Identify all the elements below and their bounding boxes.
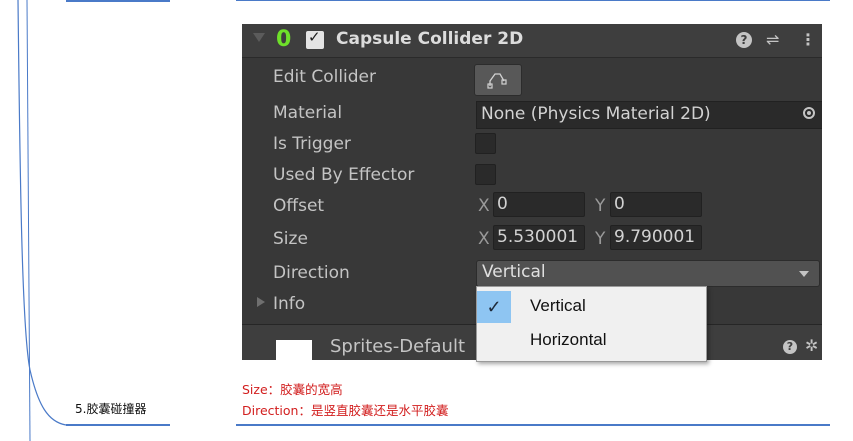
popup-option-horizontal[interactable]: Horizontal xyxy=(477,323,706,357)
material-value: None (Physics Material 2D) xyxy=(481,104,711,124)
note-direction: Direction：是竖直胶囊还是水平胶囊 xyxy=(242,403,449,418)
size-y-field[interactable]: 9.790001 xyxy=(610,225,702,250)
selected-check-icon: ✓ xyxy=(477,291,511,323)
direction-popup-menu: ✓ Vertical Horizontal xyxy=(476,286,707,362)
object-picker-icon[interactable] xyxy=(803,107,815,119)
component-header[interactable]: 0 ✓ Capsule Collider 2D ? ⇌ ⋮ xyxy=(242,24,822,58)
edit-collider-label: Edit Collider xyxy=(273,67,377,87)
table-border-bottom-right xyxy=(236,424,830,426)
offset-x-axis-label: X xyxy=(478,196,490,216)
size-label: Size xyxy=(273,229,308,249)
offset-y-value: 0 xyxy=(614,194,625,214)
material-field[interactable]: None (Physics Material 2D) xyxy=(476,101,822,129)
material-help-icon[interactable]: ? xyxy=(783,340,797,354)
preset-icon[interactable]: ⇌ xyxy=(766,30,779,50)
size-x-axis-label: X xyxy=(478,229,490,249)
menu-icon[interactable]: ⋮ xyxy=(800,30,816,50)
offset-y-field[interactable]: 0 xyxy=(610,192,702,217)
is-trigger-label: Is Trigger xyxy=(273,134,351,154)
info-foldout-label[interactable]: Info xyxy=(273,294,305,314)
offset-x-value: 0 xyxy=(497,194,508,214)
edit-collider-icon xyxy=(487,73,507,89)
offset-x-field[interactable]: 0 xyxy=(493,192,585,217)
popup-option-label: Horizontal xyxy=(530,330,607,349)
size-y-value: 9.790001 xyxy=(614,227,696,247)
used-by-effector-checkbox[interactable] xyxy=(475,164,496,185)
used-by-effector-label: Used By Effector xyxy=(273,165,415,185)
offset-y-axis-label: Y xyxy=(595,196,606,216)
offset-label: Offset xyxy=(273,196,325,216)
note-size: Size：胶囊的宽高 xyxy=(242,382,343,397)
direction-dropdown[interactable]: Vertical xyxy=(476,260,820,287)
help-icon[interactable]: ? xyxy=(736,32,752,48)
info-foldout-arrow-icon[interactable] xyxy=(257,297,265,307)
component-enabled-checkbox[interactable]: ✓ xyxy=(306,28,324,49)
material-label: Material xyxy=(273,103,343,123)
document-bracket xyxy=(17,0,67,441)
component-title: Capsule Collider 2D xyxy=(336,29,524,49)
table-border-bottom-left xyxy=(66,424,170,426)
size-y-axis-label: Y xyxy=(595,229,606,249)
direction-label: Direction xyxy=(273,263,350,283)
popup-option-label: Vertical xyxy=(530,296,586,315)
edit-collider-button[interactable] xyxy=(474,64,522,96)
chevron-down-icon xyxy=(799,271,809,277)
material-section-name: Sprites-Default xyxy=(330,336,466,357)
check-icon: ✓ xyxy=(308,28,321,46)
collider-2d-icon: 0 xyxy=(276,27,292,52)
direction-value: Vertical xyxy=(482,262,546,282)
gear-icon[interactable]: ✲ xyxy=(805,336,818,355)
table-border-top-right xyxy=(236,0,830,1)
popup-option-vertical[interactable]: ✓ Vertical xyxy=(477,289,706,323)
section-label: 5.胶囊碰撞器 xyxy=(75,402,147,416)
material-preview-swatch xyxy=(276,340,312,360)
size-x-field[interactable]: 5.530001 xyxy=(493,225,585,250)
table-border-top-left xyxy=(66,0,170,2)
fold-arrow-icon[interactable] xyxy=(253,33,265,42)
is-trigger-checkbox[interactable] xyxy=(475,133,496,154)
size-x-value: 5.530001 xyxy=(497,227,579,247)
